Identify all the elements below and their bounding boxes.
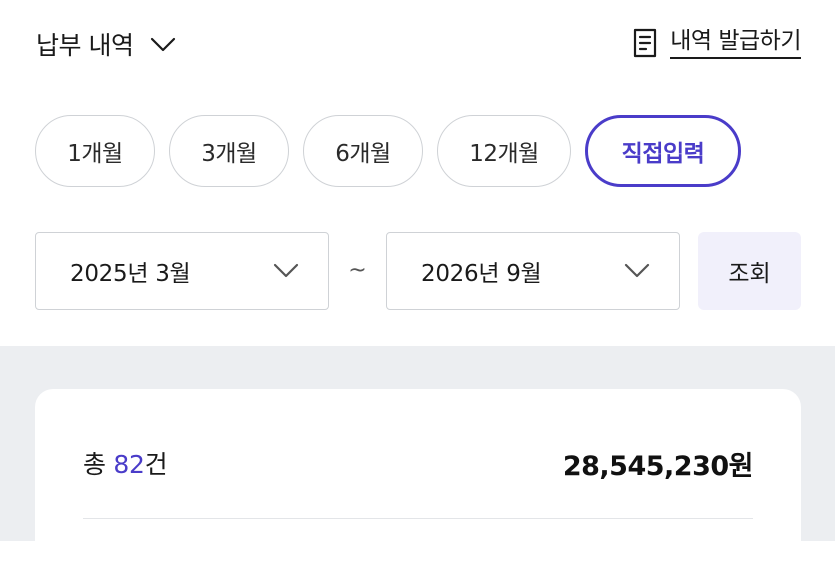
- results-section: 총 82건 28,545,230원: [0, 346, 835, 579]
- period-filter-group: 1개월 3개월 6개월 12개월 직접입력: [35, 115, 741, 187]
- period-chip-custom[interactable]: 직접입력: [585, 115, 741, 187]
- period-chip-1-month[interactable]: 1개월: [35, 115, 155, 187]
- count-number: 82: [113, 450, 145, 479]
- date-range-row: 2025년 3월 ~ 2026년 9월 조회: [35, 232, 801, 310]
- count-prefix: 총: [83, 450, 114, 479]
- chevron-down-icon: [624, 263, 650, 278]
- total-amount: 28,545,230원: [562, 451, 754, 482]
- count-suffix: 건: [144, 450, 168, 479]
- end-date-select[interactable]: 2026년 9월: [386, 232, 680, 310]
- search-button[interactable]: 조회: [698, 232, 801, 310]
- end-date-value: 2026년 9월: [421, 261, 542, 287]
- title-dropdown[interactable]: 납부 내역: [36, 26, 177, 62]
- start-date-value: 2025년 3월: [70, 261, 191, 287]
- period-chip-3-months[interactable]: 3개월: [169, 115, 289, 187]
- period-chip-6-months[interactable]: 6개월: [303, 115, 423, 187]
- chevron-down-icon: [151, 37, 176, 52]
- divider: [83, 518, 753, 519]
- period-chip-12-months[interactable]: 12개월: [437, 115, 571, 187]
- total-count: 총 82건: [83, 445, 168, 481]
- start-date-select[interactable]: 2025년 3월: [35, 232, 329, 310]
- issue-statement-link[interactable]: 내역 발급하기: [632, 24, 801, 62]
- date-range-separator: ~: [348, 258, 367, 283]
- issue-link-label: 내역 발급하기: [670, 27, 801, 59]
- summary-card: 총 82건 28,545,230원: [35, 389, 801, 579]
- chevron-down-icon: [273, 263, 299, 278]
- filter-section: 납부 내역 내역 발급하기 1개월 3개월 6개월 12개월 직접입력 2025…: [0, 0, 835, 346]
- document-icon: [634, 28, 657, 58]
- page-title: 납부 내역: [36, 31, 134, 60]
